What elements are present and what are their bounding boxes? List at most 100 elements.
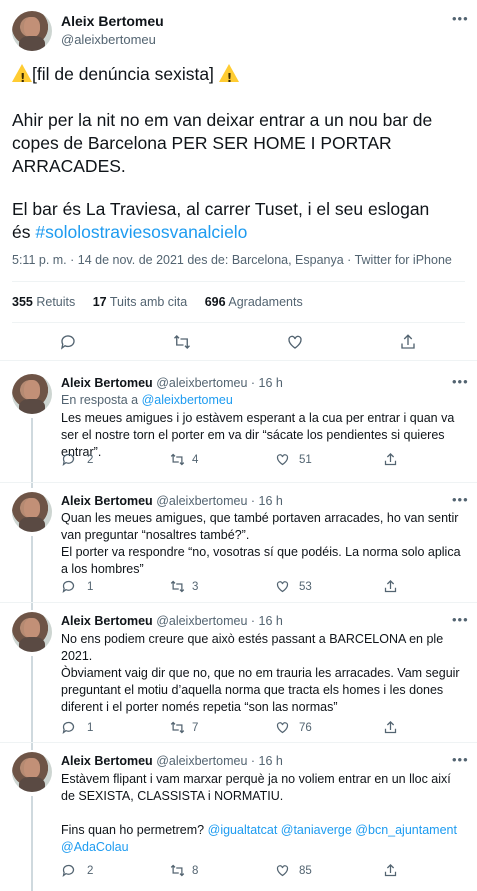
- reply-handle-time[interactable]: @aleixbertomeu · 16 h: [156, 376, 283, 390]
- main-tweet: Aleix Bertomeu @aleixbertomeu ••• [fil d…: [0, 0, 477, 360]
- warning-icon: [218, 64, 239, 90]
- quotes-count: 17: [92, 295, 107, 309]
- reply-text: El porter va respondre “no, vosotras sí …: [61, 545, 461, 576]
- reply-author-name[interactable]: Aleix Bertomeu: [61, 754, 153, 768]
- reply-header: Aleix Bertomeu @aleixbertomeu · 16 h: [61, 614, 283, 628]
- tweet-meta[interactable]: 5:11 p. m. · 14 de nov. de 2021 des de: …: [12, 253, 452, 267]
- avatar[interactable]: [12, 752, 52, 792]
- retweet-count: 7: [192, 722, 199, 734]
- thread-line: [31, 602, 33, 610]
- share-icon[interactable]: [383, 720, 398, 735]
- reply-handle-time[interactable]: @aleixbertomeu · 16 h: [156, 614, 283, 628]
- reply-question: Fins quan ho permetrem?: [61, 823, 205, 837]
- retweets-label: Retuits: [36, 295, 76, 309]
- in-reply-prefix: En resposta a: [61, 393, 142, 407]
- reply-header: Aleix Bertomeu @aleixbertomeu · 16 h: [61, 754, 283, 768]
- quotes-stat[interactable]: 17 Tuits amb cita: [93, 295, 188, 309]
- avatar[interactable]: [12, 492, 52, 532]
- reply-handle-time[interactable]: @aleixbertomeu · 16 h: [156, 754, 283, 768]
- avatar[interactable]: [12, 374, 52, 414]
- retweets-stat[interactable]: 355 Retuits: [12, 295, 75, 309]
- retweet-count: 3: [192, 581, 199, 593]
- reply-header: Aleix Bertomeu @aleixbertomeu · 16 h: [61, 494, 283, 508]
- reply-icon[interactable]: [61, 863, 76, 878]
- more-options-icon[interactable]: •••: [452, 493, 469, 506]
- author-handle[interactable]: @aleixbertomeu: [61, 32, 156, 47]
- reply-count: 2: [87, 865, 94, 877]
- tweet-paragraph-1: Ahir per la nit no em van deixar entrar …: [12, 110, 433, 176]
- thread-line: [31, 796, 33, 891]
- tweet-title-text: [fil de denúncia sexista]: [32, 64, 214, 84]
- retweet-icon[interactable]: [169, 720, 186, 735]
- share-icon[interactable]: [383, 863, 398, 878]
- like-count: 85: [299, 865, 312, 877]
- retweets-count: 355: [12, 295, 33, 309]
- share-icon[interactable]: [383, 579, 398, 594]
- more-options-icon[interactable]: •••: [452, 613, 469, 626]
- thread-line: [31, 536, 33, 602]
- thread-line: [31, 742, 33, 750]
- warning-icon: [12, 64, 32, 90]
- retweet-icon[interactable]: [169, 452, 186, 467]
- reply-text: Fins quan ho permetrem? @igualtatcat @ta…: [61, 822, 466, 856]
- more-options-icon[interactable]: •••: [452, 375, 469, 388]
- author-name[interactable]: Aleix Bertomeu: [61, 13, 164, 29]
- likes-stat[interactable]: 696 Agradaments: [205, 295, 303, 309]
- more-options-icon[interactable]: •••: [452, 12, 469, 25]
- reply-count: 1: [87, 722, 94, 734]
- divider: [0, 742, 477, 743]
- reply-tweet[interactable]: Aleix Bertomeu @aleixbertomeu · 16 h •••…: [0, 742, 477, 891]
- reply-icon[interactable]: [61, 452, 76, 467]
- like-count: 76: [299, 722, 312, 734]
- reply-tweet[interactable]: Aleix Bertomeu @aleixbertomeu · 16 h •••…: [0, 482, 477, 602]
- retweet-icon[interactable]: [169, 863, 186, 878]
- reply-icon[interactable]: [61, 579, 76, 594]
- like-count: 53: [299, 581, 312, 593]
- avatar[interactable]: [12, 11, 52, 51]
- divider: [12, 281, 465, 282]
- like-icon[interactable]: [286, 333, 304, 351]
- reply-actions: 2 4 51: [61, 452, 461, 468]
- like-icon[interactable]: [275, 452, 290, 467]
- like-icon[interactable]: [275, 863, 290, 878]
- like-icon[interactable]: [275, 579, 290, 594]
- divider: [12, 322, 465, 323]
- reply-text: No ens podiem creure que això estés pass…: [61, 632, 444, 663]
- reply-actions: 1 3 53: [61, 579, 461, 595]
- tweet-title-line: [fil de denúncia sexista]: [12, 63, 452, 90]
- reply-icon[interactable]: [61, 720, 76, 735]
- reply-text: Òbviament vaig dir que no, que no em tra…: [61, 666, 460, 714]
- like-count: 51: [299, 454, 312, 466]
- reply-text: Estàvem flipant i vam marxar perquè ja n…: [61, 772, 451, 803]
- reply-tweet[interactable]: Aleix Bertomeu @aleixbertomeu · 16 h •••…: [0, 602, 477, 742]
- thread-line: [31, 418, 33, 482]
- reply-author-name[interactable]: Aleix Bertomeu: [61, 494, 153, 508]
- in-reply-to: En resposta a @aleixbertomeu: [61, 393, 233, 407]
- divider: [0, 360, 477, 361]
- reply-tweet[interactable]: Aleix Bertomeu @aleixbertomeu · 16 h •••…: [0, 364, 477, 482]
- reply-count: 1: [87, 581, 94, 593]
- retweet-icon[interactable]: [169, 579, 186, 594]
- tweet-stats: 355 Retuits 17 Tuits amb cita 696 Agrada…: [12, 295, 317, 309]
- in-reply-handle-link[interactable]: @aleixbertomeu: [142, 393, 233, 407]
- share-icon[interactable]: [383, 452, 398, 467]
- reply-icon[interactable]: [59, 333, 77, 351]
- thread-line: [31, 656, 33, 742]
- more-options-icon[interactable]: •••: [452, 753, 469, 766]
- quotes-label: Tuits amb cita: [109, 295, 188, 309]
- retweet-count: 8: [192, 865, 199, 877]
- reply-text: Quan les meues amigues, que també portav…: [61, 511, 459, 542]
- hashtag-link[interactable]: #sololostraviesosvanalcielo: [35, 222, 247, 242]
- tweet-paragraph-2: El bar és La Traviesa, al carrer Tuset, …: [12, 198, 452, 244]
- retweet-icon[interactable]: [172, 333, 192, 351]
- share-icon[interactable]: [399, 333, 417, 351]
- reply-author-name[interactable]: Aleix Bertomeu: [61, 614, 153, 628]
- reply-handle-time[interactable]: @aleixbertomeu · 16 h: [156, 494, 283, 508]
- reply-author-name[interactable]: Aleix Bertomeu: [61, 376, 153, 390]
- divider: [0, 482, 477, 483]
- avatar[interactable]: [12, 612, 52, 652]
- likes-count: 696: [204, 295, 226, 309]
- reply-actions: 1 7 76: [61, 720, 461, 736]
- main-tweet-actions: [0, 333, 477, 353]
- like-icon[interactable]: [275, 720, 290, 735]
